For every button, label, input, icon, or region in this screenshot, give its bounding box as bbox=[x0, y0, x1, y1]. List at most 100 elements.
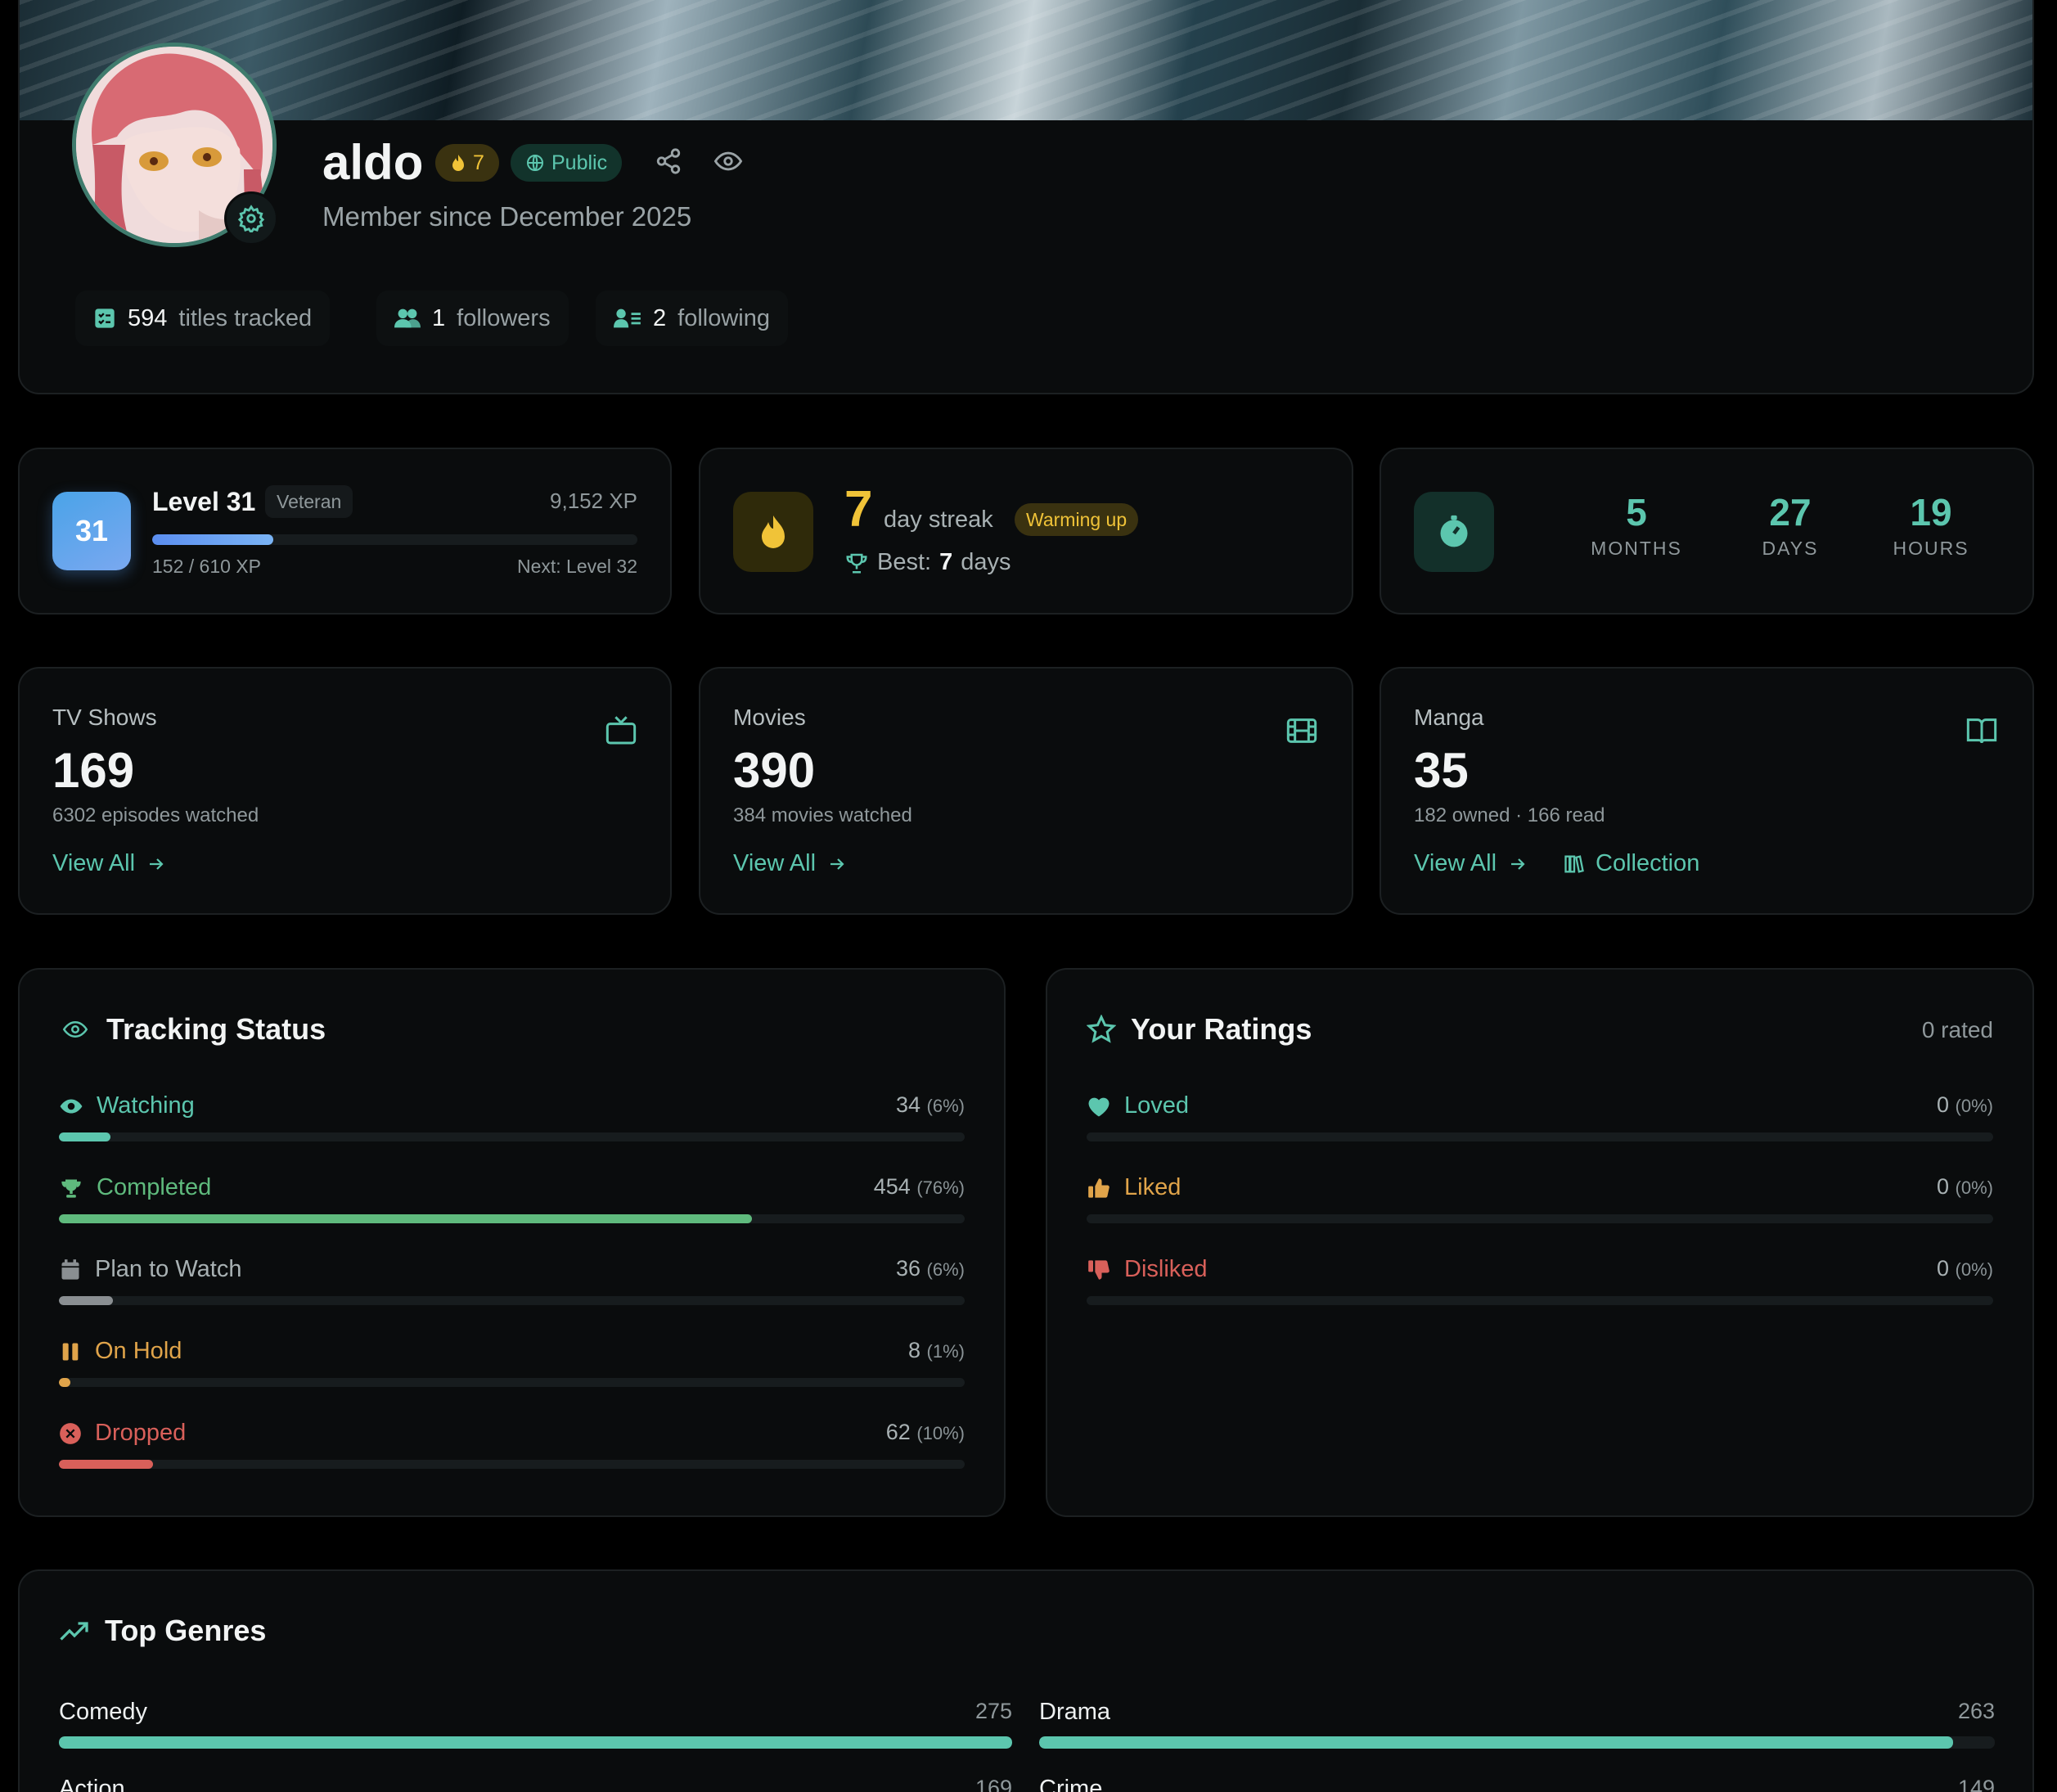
status-row-on-hold[interactable]: On Hold 8 (1%) bbox=[59, 1338, 965, 1387]
level-rank: Veteran bbox=[265, 485, 353, 518]
rating-percent: (0%) bbox=[1955, 1177, 1993, 1198]
media-subtitle: 384 movies watched bbox=[733, 804, 912, 826]
media-subtitle: 6302 episodes watched bbox=[52, 804, 259, 826]
flame-icon bbox=[762, 516, 785, 548]
watch-hours: 19 HOURS bbox=[1866, 490, 1996, 560]
checklist-icon bbox=[95, 308, 115, 328]
stat-followers[interactable]: 1 followers bbox=[376, 290, 569, 346]
streak-best-prefix: Best: bbox=[877, 549, 932, 575]
watch-unit: DAYS bbox=[1762, 538, 1819, 559]
rating-row-liked[interactable]: Liked 0 (0%) bbox=[1087, 1174, 1993, 1223]
profile-card: aldo 7 Public Member since December 2025… bbox=[18, 0, 2034, 394]
status-bar bbox=[59, 1296, 965, 1305]
genre-label: Drama bbox=[1039, 1699, 1111, 1725]
genre-row[interactable]: Action 169 bbox=[59, 1776, 1012, 1792]
watch-time-card[interactable]: 5 MONTHS 27 DAYS 19 HOURS bbox=[1380, 448, 2034, 615]
top-genres-card: Top Genres Comedy 275 Drama 263 Action 1… bbox=[18, 1569, 2034, 1792]
genre-row[interactable]: Drama 263 bbox=[1039, 1699, 1995, 1756]
profile-banner bbox=[20, 0, 2032, 120]
pause-icon bbox=[62, 1343, 79, 1360]
users-icon bbox=[394, 308, 421, 328]
share-button[interactable] bbox=[655, 147, 682, 175]
watch-unit: MONTHS bbox=[1591, 538, 1682, 559]
streak-card[interactable]: 7 day streak Warming up Best: 7 days bbox=[699, 448, 1353, 615]
status-percent: (76%) bbox=[916, 1177, 965, 1198]
rating-label: Liked bbox=[1124, 1174, 1182, 1200]
ratings-title: Your Ratings bbox=[1087, 1012, 1312, 1047]
genre-count: 275 bbox=[974, 1699, 1012, 1723]
manga-view-all-link[interactable]: View All bbox=[1414, 850, 1529, 877]
genre-bar bbox=[1039, 1736, 1995, 1749]
status-count: 34 bbox=[895, 1092, 921, 1117]
tv-shows-card: TV Shows 169 6302 episodes watched View … bbox=[18, 667, 672, 915]
status-row-completed[interactable]: Completed 454 (76%) bbox=[59, 1174, 965, 1223]
tv-view-all-link[interactable]: View All bbox=[52, 850, 168, 877]
status-percent: (6%) bbox=[926, 1259, 965, 1280]
section-title-text: Top Genres bbox=[105, 1614, 267, 1647]
rating-row-disliked[interactable]: Disliked 0 (0%) bbox=[1087, 1256, 1993, 1305]
streak-status: Warming up bbox=[1015, 503, 1139, 536]
section-title-text: Your Ratings bbox=[1131, 1012, 1312, 1046]
arrow-right-icon bbox=[1511, 858, 1525, 870]
eye-icon bbox=[62, 1020, 88, 1038]
level-badge: 31 bbox=[52, 492, 131, 570]
status-row-watching[interactable]: Watching 34 (6%) bbox=[59, 1092, 965, 1141]
calendar-icon bbox=[61, 1258, 79, 1280]
member-since: Member since December 2025 bbox=[322, 201, 692, 232]
status-label: Completed bbox=[97, 1174, 212, 1200]
watch-months: 5 MONTHS bbox=[1555, 490, 1718, 560]
status-label: Plan to Watch bbox=[95, 1256, 242, 1282]
stat-label: followers bbox=[457, 304, 551, 331]
status-row-dropped[interactable]: Dropped 62 (10%) bbox=[59, 1420, 965, 1469]
globe-icon bbox=[527, 155, 543, 171]
eye-icon bbox=[60, 1098, 83, 1114]
eye-icon bbox=[713, 151, 743, 171]
genre-row[interactable]: Comedy 275 bbox=[59, 1699, 1012, 1756]
status-row-plan-to-watch[interactable]: Plan to Watch 36 (6%) bbox=[59, 1256, 965, 1305]
manga-collection-link[interactable]: Collection bbox=[1563, 850, 1699, 877]
media-title: Movies bbox=[733, 705, 806, 730]
user-list-icon bbox=[614, 308, 641, 328]
watch-time-icon-box bbox=[1414, 492, 1494, 572]
stat-titles-tracked[interactable]: 594 titles tracked bbox=[75, 290, 331, 346]
genre-count: 149 bbox=[1957, 1776, 1995, 1792]
stat-value: 594 bbox=[128, 304, 168, 331]
ratings-card: Your Ratings 0 rated Loved 0 (0%) Liked … bbox=[1046, 968, 2034, 1517]
visibility-badge[interactable]: Public bbox=[511, 144, 623, 182]
genre-row[interactable]: Crime 149 bbox=[1039, 1776, 1995, 1792]
status-label: Watching bbox=[97, 1092, 195, 1119]
status-percent: (1%) bbox=[926, 1341, 965, 1362]
genre-count: 263 bbox=[1957, 1699, 1995, 1723]
movies-view-all-link[interactable]: View All bbox=[733, 850, 848, 877]
arrow-right-icon bbox=[830, 858, 844, 870]
stat-label: titles tracked bbox=[178, 304, 313, 331]
stat-following[interactable]: 2 following bbox=[596, 290, 788, 346]
level-progress-bar bbox=[152, 534, 637, 545]
status-count: 8 bbox=[908, 1338, 921, 1362]
top-genres-title: Top Genres bbox=[59, 1614, 266, 1648]
xp-progress: 152 / 610 XP bbox=[152, 556, 261, 577]
preview-button[interactable] bbox=[713, 147, 743, 175]
level-title: Level 31 bbox=[152, 487, 256, 516]
status-count: 454 bbox=[873, 1174, 911, 1199]
status-bar bbox=[59, 1214, 965, 1223]
avatar-settings-button[interactable] bbox=[224, 191, 278, 245]
gear-icon bbox=[237, 205, 265, 232]
rating-label: Disliked bbox=[1124, 1256, 1208, 1282]
status-bar bbox=[59, 1132, 965, 1141]
level-card[interactable]: 31 Level 31 Veteran 9,152 XP 152 / 610 X… bbox=[18, 448, 672, 615]
rating-bar bbox=[1087, 1132, 1993, 1141]
heart-icon bbox=[1088, 1097, 1110, 1116]
rating-count: 0 bbox=[1937, 1174, 1950, 1199]
status-count: 36 bbox=[895, 1256, 921, 1281]
status-count: 62 bbox=[885, 1420, 911, 1444]
next-level: Next: Level 32 bbox=[516, 556, 637, 577]
rating-row-loved[interactable]: Loved 0 (0%) bbox=[1087, 1092, 1993, 1141]
stat-value: 1 bbox=[432, 304, 446, 331]
rating-bar bbox=[1087, 1214, 1993, 1223]
movies-card: Movies 390 384 movies watched View All bbox=[699, 667, 1353, 915]
status-percent: (6%) bbox=[926, 1096, 965, 1116]
status-bar bbox=[59, 1378, 965, 1387]
genre-label: Comedy bbox=[59, 1699, 147, 1725]
watch-value: 19 bbox=[1910, 491, 1952, 534]
